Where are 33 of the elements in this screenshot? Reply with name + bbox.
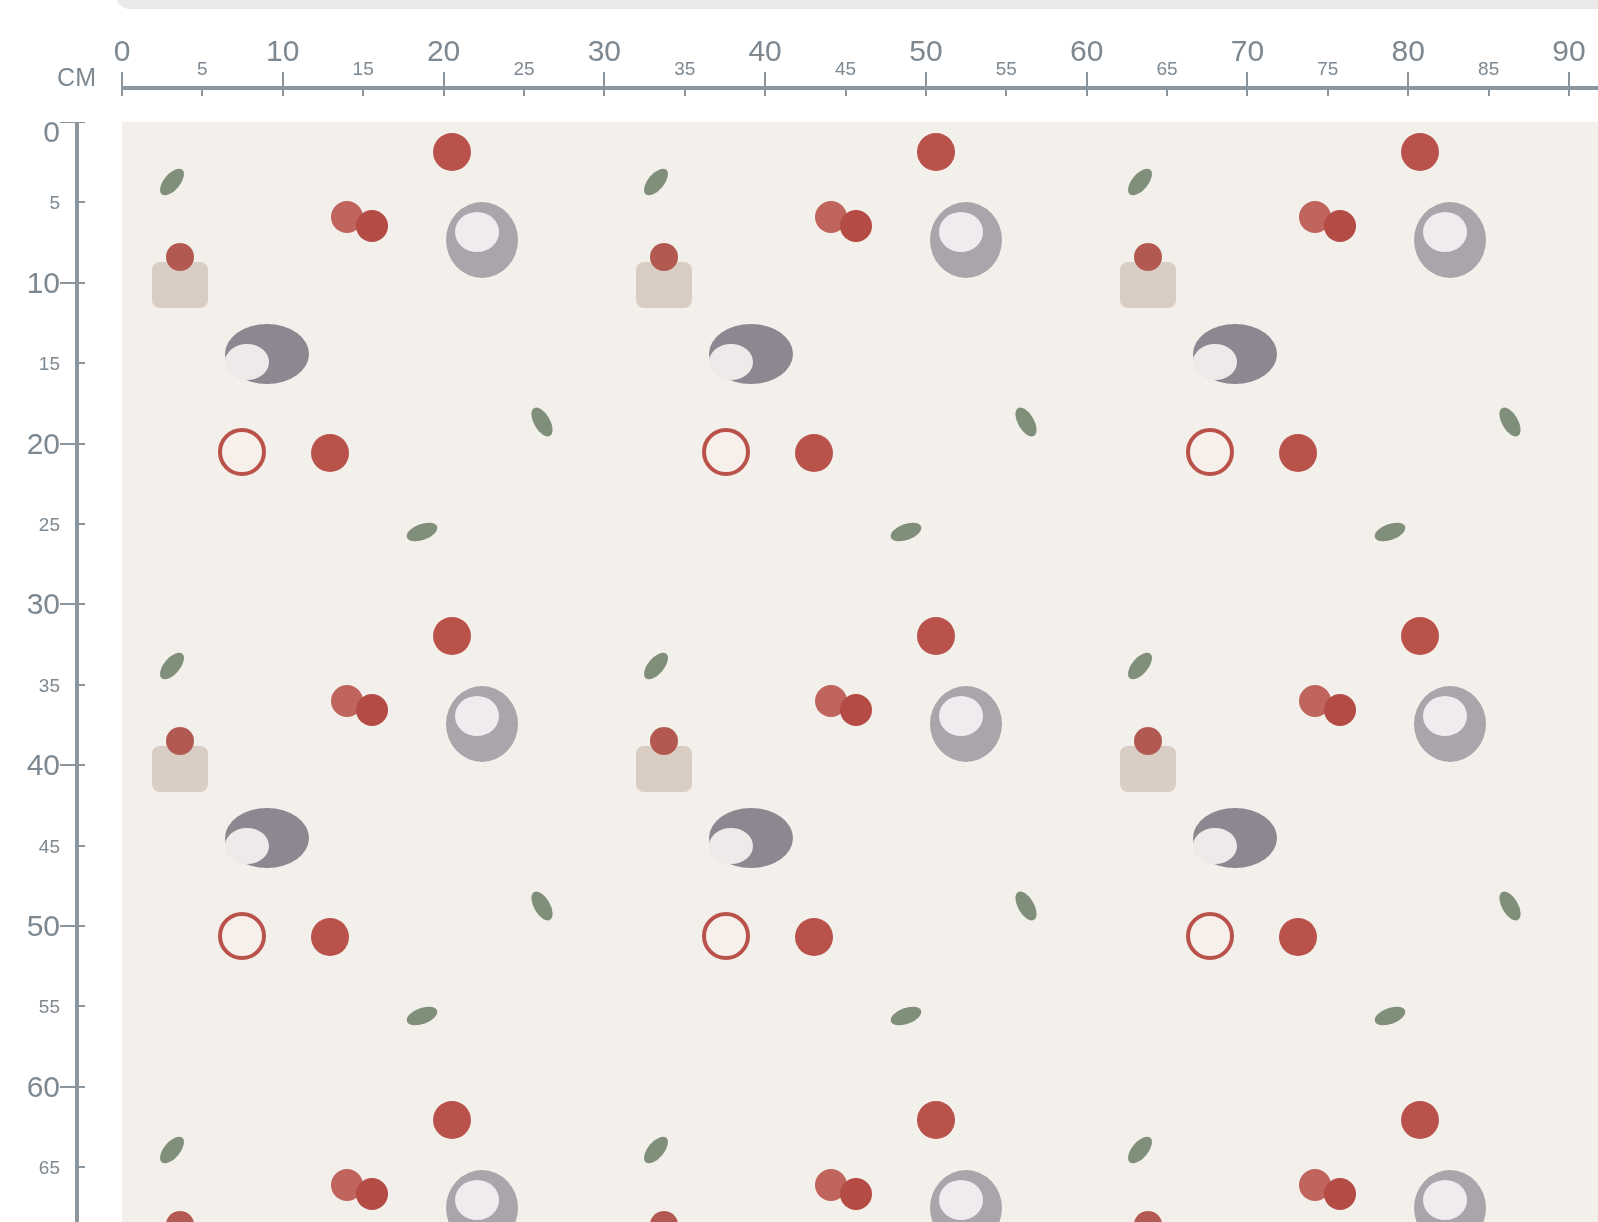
ruler-label: 50 [909,36,943,66]
ruler-label: 5 [197,59,208,78]
ruler-label: 65 [1156,59,1178,78]
ruler-label: 45 [38,836,60,855]
ruler-label: 10 [26,267,60,298]
ruler-label: 20 [26,428,60,459]
ruler-label: 0 [113,36,131,66]
ruler-label: 45 [834,59,857,78]
ruler-label: 20 [426,36,461,66]
ruler-label: 40 [26,750,60,781]
ruler-label: 90 [1552,36,1586,66]
ruler-label: 50 [26,910,60,941]
ruler-label: 25 [513,59,535,78]
ruler-label: 5 [49,192,60,212]
ruler-label: 65 [38,1157,60,1177]
ruler-label: 35 [38,675,60,695]
ruler-label: 60 [26,1071,60,1102]
ruler-label: 30 [587,36,622,66]
ruler-label: 30 [26,589,60,620]
ruler-label: 40 [748,36,782,66]
ruler-label: 15 [38,353,60,373]
ruler-label: 85 [1478,59,1500,78]
ruler-label: 75 [1317,59,1339,78]
ruler-label: 25 [38,514,60,534]
ruler-label: 55 [38,996,60,1016]
ruler-label: 35 [674,59,696,78]
ruler-label: 70 [1230,36,1265,66]
ruler-label: 10 [266,36,300,66]
ruler-label: 55 [995,59,1017,78]
ruler-label: 15 [352,59,374,78]
ruler-label: 80 [1391,36,1425,66]
ruler-label: 60 [1070,36,1104,66]
unit-label: CM [57,63,96,92]
